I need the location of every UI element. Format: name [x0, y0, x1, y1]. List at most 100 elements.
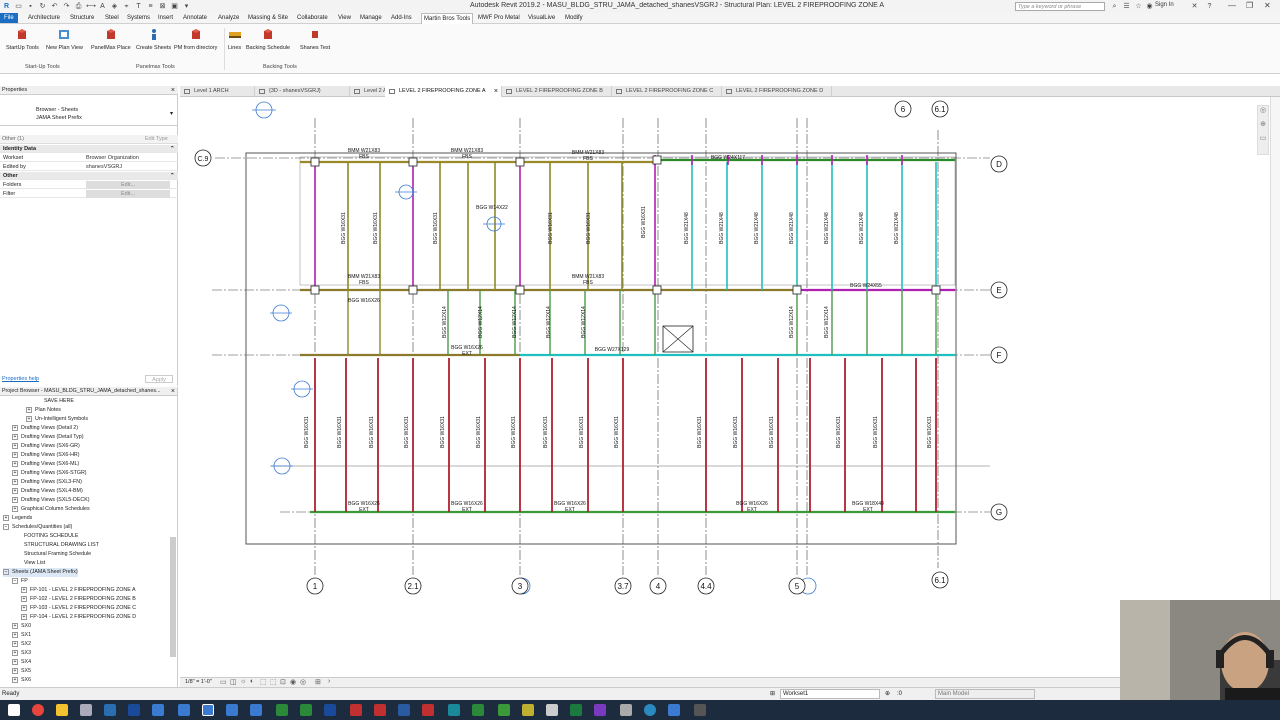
tree-item[interactable]: + Graphical Column Schedules — [12, 505, 90, 514]
switch-windows-icon[interactable]: ▣ — [170, 2, 179, 11]
app-icon[interactable] — [276, 704, 288, 716]
tree-item[interactable]: + Legends — [3, 514, 32, 523]
tree-item[interactable]: View List — [24, 559, 45, 568]
collapse-icon[interactable]: − — [12, 577, 18, 584]
thin-lines-icon[interactable]: ≡ — [146, 2, 155, 11]
word-icon[interactable] — [128, 704, 140, 716]
expand-icon[interactable]: + — [12, 424, 18, 431]
expand-icon[interactable]: + — [12, 469, 18, 476]
tree-item[interactable]: + Drafting Views (SX6-ML) — [12, 460, 79, 469]
view-markers[interactable] — [252, 101, 817, 595]
expand-icon[interactable]: + — [12, 631, 18, 638]
visual-studio-icon[interactable] — [594, 704, 606, 716]
sun-path-icon[interactable]: ☼ — [240, 678, 246, 685]
app-icon[interactable] — [522, 704, 534, 716]
tab-file[interactable]: File — [0, 13, 18, 23]
tree-item[interactable]: + SX4 — [12, 658, 31, 667]
new-plan-view-button[interactable]: New Plan View — [46, 28, 83, 51]
close-properties-icon[interactable]: × — [171, 86, 175, 95]
tree-item[interactable]: + Plan Notes — [26, 406, 61, 415]
tab-martin-bros-tools[interactable]: Martin Bros Tools — [421, 13, 474, 24]
close-views-icon[interactable]: ⊠ — [158, 2, 167, 11]
close-tab-icon[interactable]: × — [494, 86, 498, 97]
tree-item[interactable]: − Schedules/Quantities (all) — [3, 523, 72, 532]
tree-item[interactable]: + Un-Intelligent Symbols — [26, 415, 88, 424]
tree-item[interactable]: + Drafting Views (SXL5-DECK) — [12, 496, 90, 505]
apply-button[interactable]: Apply — [145, 375, 173, 383]
tree-item-selected[interactable]: − Sheets (JAMA Sheet Prefix) — [3, 568, 78, 577]
windows-start-icon[interactable] — [8, 704, 20, 716]
file-explorer-icon[interactable] — [56, 704, 68, 716]
expand-icon[interactable]: + — [12, 478, 18, 485]
tab-3d-view[interactable]: {3D - shanesVSGRJ} — [255, 86, 350, 97]
customize-qat-icon[interactable]: ▾ — [182, 2, 191, 11]
expand-icon[interactable]: + — [21, 604, 27, 611]
tab-massing-site[interactable]: Massing & Site — [248, 15, 288, 21]
tab-fireproofing-zone-b[interactable]: LEVEL 2 FIREPROOFING ZONE B — [502, 86, 612, 97]
tree-item[interactable]: + Drafting Views (Detail Typ) — [12, 433, 84, 442]
workset-dropdown[interactable]: Workset1 — [780, 689, 880, 699]
maximize-icon[interactable]: ❐ — [1246, 1, 1253, 10]
sync-icon[interactable]: ↻ — [38, 2, 47, 11]
structural-plan[interactable]: 6 6.1 C.9 D E F G 1 2.1 3 3.7 4 4.4 5 6.… — [180, 97, 1270, 677]
measure-icon[interactable]: ⟷ — [86, 2, 96, 11]
undo-icon[interactable]: ↶ — [50, 2, 59, 11]
open-icon[interactable]: ▭ — [14, 2, 23, 11]
tab-collaborate[interactable]: Collaborate — [297, 15, 328, 21]
design-option-dropdown[interactable]: Main Model — [935, 689, 1035, 699]
sign-in-link[interactable]: Sign In — [1155, 2, 1174, 8]
expand-icon[interactable]: + — [12, 442, 18, 449]
expand-icon[interactable]: + — [12, 622, 18, 629]
steering-wheel-icon[interactable]: ◎ — [1258, 106, 1268, 114]
expand-icon[interactable]: + — [12, 658, 18, 665]
tree-item[interactable]: Structural Framing Schedule — [24, 550, 91, 559]
tab-fireproofing-zone-d[interactable]: LEVEL 2 FIREPROOFING ZONE D — [722, 86, 832, 97]
reveal-hidden-icon[interactable]: ◎ — [300, 678, 306, 686]
exchange-icon[interactable]: ✕ — [1190, 2, 1199, 11]
print-icon[interactable]: ⎙ — [74, 2, 83, 11]
tree-item[interactable]: + FP-103 - LEVEL 2 FIREPROOFING ZONE C — [21, 604, 136, 613]
minimize-icon[interactable]: — — [1228, 1, 1236, 10]
tree-item[interactable]: + Drafting Views (SX6-HR) — [12, 451, 79, 460]
expand-icon[interactable]: + — [21, 613, 27, 620]
tab-visuallive[interactable]: VisualLive — [528, 15, 555, 21]
app-icon[interactable] — [398, 704, 410, 716]
tab-steel[interactable]: Steel — [105, 15, 119, 21]
expand-icon[interactable]: + — [12, 460, 18, 467]
drawing-area[interactable]: 6 6.1 C.9 D E F G 1 2.1 3 3.7 4 4.4 5 6.… — [180, 97, 1270, 677]
app-icon[interactable] — [300, 704, 312, 716]
tree-item[interactable]: + SX2 — [12, 640, 31, 649]
tree-item[interactable]: SAVE HERE — [44, 397, 74, 406]
app-icon[interactable] — [620, 704, 632, 716]
panelmax-place-button[interactable]: PanelMax Place — [91, 28, 131, 51]
acrobat-icon[interactable] — [350, 704, 362, 716]
section-icon[interactable]: ⌖ — [122, 2, 131, 11]
tree-item[interactable]: + FP-101 - LEVEL 2 FIREPROOFING ZONE A — [21, 586, 135, 595]
tree-item[interactable]: + Drafting Views (SX6-STGR) — [12, 469, 87, 478]
backing-schedule-button[interactable]: Backing Schedule — [246, 28, 290, 51]
3d-view-icon[interactable]: ◈ — [110, 2, 119, 11]
revit-taskbar-icon[interactable] — [178, 704, 190, 716]
search-input[interactable]: Type a keyword or phrase — [1015, 2, 1105, 11]
app-icon[interactable] — [472, 704, 484, 716]
app-icon[interactable] — [668, 704, 680, 716]
expand-icon[interactable]: + — [26, 415, 32, 422]
tree-item[interactable]: + SX5 — [12, 667, 31, 676]
collapse-icon[interactable]: ⌃ — [170, 145, 175, 153]
expand-icon[interactable]: + — [12, 676, 18, 683]
collapse-icon[interactable]: − — [3, 568, 9, 575]
revit-logo-icon[interactable]: R — [2, 2, 11, 11]
tab-systems[interactable]: Systems — [127, 15, 150, 21]
folders-edit-button[interactable]: Edit... — [86, 181, 170, 189]
browser-scrollbar[interactable] — [170, 537, 176, 657]
tab-manage[interactable]: Manage — [360, 15, 382, 21]
close-browser-icon[interactable]: × — [171, 387, 175, 396]
app-icon[interactable] — [324, 704, 336, 716]
expand-icon[interactable]: + — [3, 514, 9, 521]
tab-insert[interactable]: Insert — [158, 15, 173, 21]
revit-taskbar-icon[interactable] — [250, 704, 262, 716]
favorites-icon[interactable]: ☆ — [1134, 2, 1143, 11]
tab-fireproofing-zone-c[interactable]: LEVEL 2 FIREPROOFING ZONE C — [612, 86, 722, 97]
redo-icon[interactable]: ↷ — [62, 2, 71, 11]
text-icon[interactable]: T — [134, 2, 143, 11]
